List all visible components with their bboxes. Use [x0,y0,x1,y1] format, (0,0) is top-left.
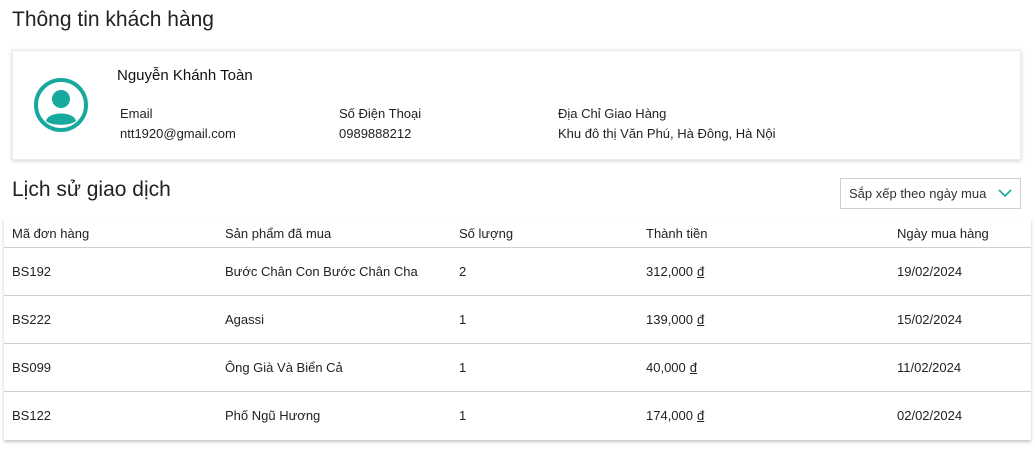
order-id: BS099 [12,360,52,375]
currency-symbol: đ [697,312,705,327]
table-row[interactable]: BS192 Bước Chân Con Bước Chân Cha 2 312,… [4,248,1031,296]
table-row[interactable]: BS122 Phố Ngũ Hương 1 174,000 đ 02/02/202… [4,392,1031,440]
order-id: BS122 [12,408,52,423]
currency-symbol: đ [697,408,705,423]
column-header-amount: Thành tiền [646,226,708,241]
sort-dropdown-label: Sắp xếp theo ngày mua [849,186,987,201]
column-header-product: Sản phẩm đã mua [225,226,332,241]
quantity: 2 [459,264,467,279]
purchase-date: 11/02/2024 [897,360,962,375]
amount: 40,000 đ [646,360,697,375]
quantity: 1 [459,408,467,423]
quantity: 1 [459,312,467,327]
column-header-date: Ngày mua hàng [897,226,989,241]
page-title: Thông tin khách hàng [12,8,214,31]
purchase-date: 15/02/2024 [897,312,963,327]
customer-name: Nguyễn Khánh Toàn [117,67,253,84]
quantity: 1 [459,360,467,375]
purchase-date: 19/02/2024 [897,264,963,279]
amount: 312,000 đ [646,264,704,279]
order-id: BS192 [12,264,52,279]
transaction-table: Mã đơn hàng Sản phẩm đã mua Số lượng Thà… [4,218,1031,440]
amount-value: 40,000 [646,360,686,375]
purchase-date: 02/02/2024 [897,408,963,423]
sort-dropdown[interactable]: Sắp xếp theo ngày mua [840,178,1021,209]
email-label: Email [120,106,153,121]
amount-value: 139,000 [646,312,693,327]
order-id: BS222 [12,312,52,327]
table-header: Mã đơn hàng Sản phẩm đã mua Số lượng Thà… [4,218,1031,248]
address-info: Địa Chỉ Giao Hàng Khu đô thị Văn Phú, Hà… [558,106,776,141]
chevron-down-icon [998,189,1012,198]
amount: 139,000 đ [646,312,704,327]
product-name: Phố Ngũ Hương [225,408,321,423]
phone-label: Số Điện Thoại [339,106,422,121]
product-name: Agassi [225,312,265,327]
currency-symbol: đ [689,360,697,375]
email-value: ntt1920@gmail.com [120,126,236,141]
table-row[interactable]: BS099 Ông Già Và Biển Cả 1 40,000 đ 11/02… [4,344,1031,392]
currency-symbol: đ [697,264,705,279]
amount-value: 312,000 [646,264,693,279]
customer-info-card: Nguyễn Khánh Toàn Email ntt1920@gmail.co… [12,50,1021,160]
column-header-order-id: Mã đơn hàng [12,226,90,241]
email-info: Email ntt1920@gmail.com [120,106,236,141]
user-avatar-icon [34,78,88,132]
address-value: Khu đô thị Văn Phú, Hà Đông, Hà Nội [558,126,776,141]
phone-value: 0989888212 [339,126,412,141]
product-name: Ông Già Và Biển Cả [225,360,343,375]
column-header-quantity: Số lượng [459,226,514,241]
address-label: Địa Chỉ Giao Hàng [558,106,667,121]
history-title: Lịch sử giao dịch [12,178,171,201]
product-name: Bước Chân Con Bước Chân Cha [225,264,418,279]
table-row[interactable]: BS222 Agassi 1 139,000 đ 15/02/2024 [4,296,1031,344]
amount-value: 174,000 [646,408,693,423]
phone-info: Số Điện Thoại 0989888212 [339,106,421,141]
amount: 174,000 đ [646,408,704,423]
